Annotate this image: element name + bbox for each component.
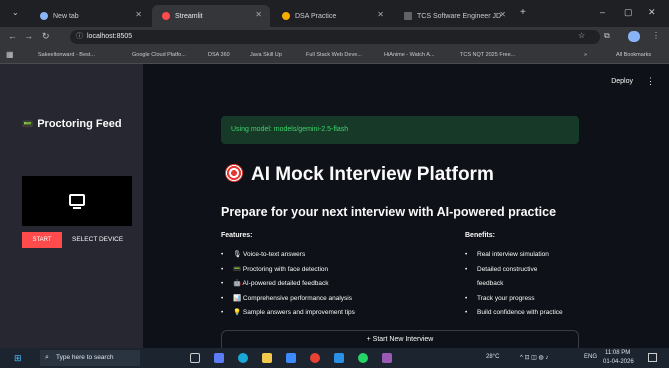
doc-icon: [404, 12, 412, 20]
target-icon: [225, 164, 243, 182]
deploy-button[interactable]: Deploy: [611, 78, 633, 85]
bookmark-item[interactable]: Full Stack Web Deve...: [306, 52, 362, 58]
page-title-text: AI Mock Interview Platform: [251, 164, 494, 185]
list-item: Real interview simulation: [465, 248, 563, 263]
vscode-icon[interactable]: [334, 353, 344, 363]
close-tab-icon[interactable]: ✕: [377, 10, 384, 19]
list-item: 📟 Proctoring with face detection: [221, 263, 355, 278]
list-item: Build confidence with practice: [465, 306, 563, 321]
features-list: 🎙 Voice-to-text answers 📟 Proctoring wit…: [221, 248, 355, 321]
bookmark-item[interactable]: Sakeeltonward - Best...: [38, 52, 95, 58]
tab-tcs-jd[interactable]: TCS Software Engineer JD ✕: [394, 5, 514, 27]
tab-new-tab[interactable]: New tab ✕: [30, 5, 150, 27]
close-tab-icon[interactable]: ✕: [499, 10, 506, 19]
weather-text[interactable]: 28°C: [486, 354, 499, 360]
browser-menu-icon[interactable]: ⋮: [652, 31, 660, 40]
select-device-button[interactable]: SELECT DEVICE: [72, 232, 123, 248]
list-item: 💡 Sample answers and improvement tips: [221, 306, 355, 321]
app-icon[interactable]: [214, 353, 224, 363]
close-window-button[interactable]: ✕: [648, 7, 656, 18]
clock-date[interactable]: 01-04-2026: [603, 359, 634, 365]
list-item: feedback: [477, 280, 504, 287]
list-item: 🤖 AI-powered detailed feedback: [221, 277, 355, 292]
edge-icon[interactable]: [238, 353, 248, 363]
monitor-icon: [69, 194, 85, 209]
dsa-icon: [282, 12, 290, 20]
list-item: 🎙 Voice-to-text answers: [221, 248, 355, 263]
whatsapp-icon[interactable]: [358, 353, 368, 363]
benefits-heading: Benefits:: [465, 232, 495, 239]
sidebar-title-text: Proctoring Feed: [37, 118, 122, 130]
tab-streamlit[interactable]: Streamlit ✕: [152, 5, 270, 27]
maximize-button[interactable]: ▢: [624, 7, 633, 18]
sidebar: 📟 Proctoring Feed START SELECT DEVICE: [0, 64, 143, 348]
search-icon: ⌕: [45, 354, 49, 361]
bookmark-item[interactable]: HiAnime - Watch A...: [384, 52, 435, 58]
forward-icon[interactable]: →: [24, 31, 33, 41]
chrome-icon: [40, 12, 48, 20]
apps-icon[interactable]: ▦: [6, 50, 14, 59]
list-item: Detailed constructive: [465, 263, 563, 278]
profile-avatar[interactable]: [628, 31, 640, 42]
extensions-icon[interactable]: ⧉: [604, 31, 610, 41]
browser-tab-strip: ⌄ New tab ✕ Streamlit ✕ DSA Practice ✕ T…: [0, 0, 669, 27]
tab-search-icon[interactable]: ⌄: [12, 8, 19, 17]
url-input[interactable]: ⓘ localhost:8505: [70, 30, 600, 44]
new-tab-button[interactable]: +: [520, 7, 526, 18]
page-subtitle: Prepare for your next interview with AI-…: [221, 205, 557, 219]
url-text: localhost:8505: [87, 33, 133, 40]
list-item: 📊 Comprehensive performance analysis: [221, 292, 355, 307]
back-icon[interactable]: ←: [8, 31, 17, 41]
site-info-icon[interactable]: ⓘ: [76, 33, 83, 40]
app-icon[interactable]: [286, 353, 296, 363]
list-item: Track your progress: [465, 292, 563, 307]
bookmark-item[interactable]: TCS NQT 2025 Free...: [460, 52, 515, 58]
bookmarks-bar: ▦ Sakeeltonward - Best... Google Cloud P…: [0, 47, 669, 64]
pager-icon: 📟: [22, 119, 34, 129]
system-tray-icons[interactable]: ^ ⊡ ◫ ◍ ♪: [520, 354, 548, 361]
search-placeholder: Type here to search: [56, 354, 114, 361]
star-icon[interactable]: ☆: [578, 31, 585, 40]
address-bar: ← → ↻ ⓘ localhost:8505 ☆ ⧉ ⋮: [0, 27, 669, 47]
bookmark-item[interactable]: DSA 360: [208, 52, 230, 58]
sidebar-title: 📟 Proctoring Feed: [22, 118, 122, 130]
main-content: Deploy ⋮ Using model: models/gemini-2.5-…: [143, 64, 669, 348]
start-button[interactable]: START: [22, 232, 62, 248]
language-indicator[interactable]: ENG: [584, 354, 597, 360]
tab-label: TCS Software Engineer JD: [417, 12, 502, 20]
app-icon[interactable]: [382, 353, 392, 363]
chrome-icon[interactable]: [310, 353, 320, 363]
explorer-icon[interactable]: [262, 353, 272, 363]
start-new-interview-button[interactable]: + Start New Interview: [221, 330, 579, 348]
reload-icon[interactable]: ↻: [42, 31, 50, 42]
tab-dsa-practice[interactable]: DSA Practice ✕: [272, 5, 392, 27]
bookmark-item[interactable]: Java Skill Up: [250, 52, 282, 58]
bookmark-item[interactable]: Google Cloud Platfo...: [132, 52, 186, 58]
bookmarks-overflow-icon[interactable]: »: [584, 52, 587, 58]
streamlit-icon: [162, 12, 170, 20]
close-tab-icon[interactable]: ✕: [135, 10, 142, 19]
tab-label: Streamlit: [175, 12, 203, 20]
taskbar-search-input[interactable]: ⌕ Type here to search: [40, 350, 140, 366]
tab-label: DSA Practice: [295, 12, 337, 20]
model-notice: Using model: models/gemini-2.5-flash: [221, 116, 579, 144]
windows-start-icon[interactable]: ⊞: [14, 353, 22, 364]
tab-label: New tab: [53, 12, 79, 20]
minimize-button[interactable]: –: [600, 7, 605, 17]
taskbar: ⊞ ⌕ Type here to search 28°C ^ ⊡ ◫ ◍ ♪ E…: [0, 348, 669, 368]
features-heading: Features:: [221, 232, 253, 239]
notification-icon[interactable]: [648, 353, 657, 362]
benefits-list: Real interview simulation Detailed const…: [465, 248, 563, 321]
clock-time[interactable]: 11:08 PM: [605, 350, 630, 356]
close-tab-icon[interactable]: ✕: [255, 10, 262, 19]
webcam-preview: [22, 176, 132, 226]
all-bookmarks[interactable]: All Bookmarks: [616, 52, 651, 58]
app-menu-icon[interactable]: ⋮: [646, 76, 655, 87]
page-title: AI Mock Interview Platform: [225, 164, 494, 186]
task-view-icon[interactable]: [190, 353, 200, 363]
